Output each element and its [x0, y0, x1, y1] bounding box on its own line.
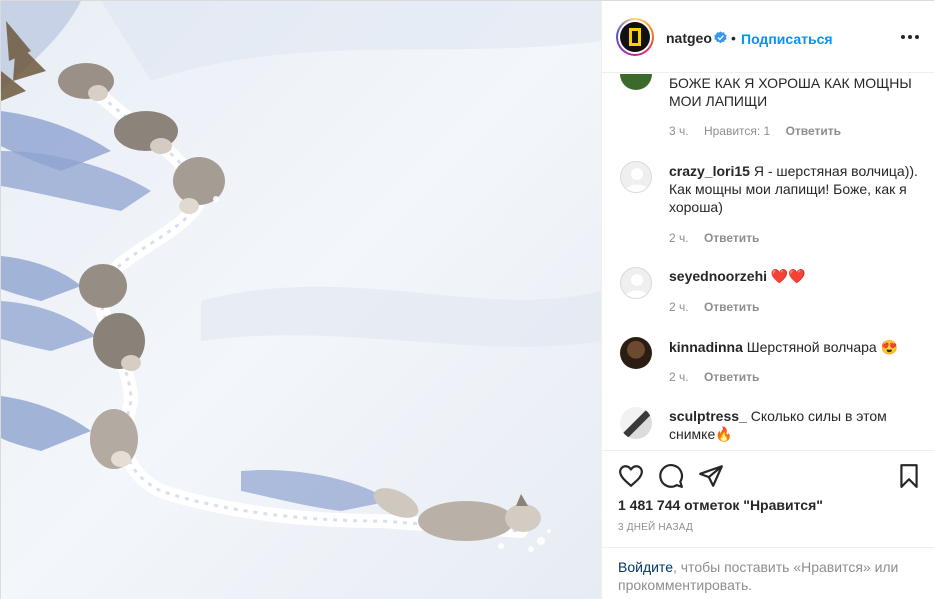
comment-username[interactable]: kinnadinna	[669, 339, 743, 355]
heart-icon[interactable]	[618, 463, 644, 489]
comment-meta: 3 ч. Нравится: 1 Ответить	[669, 124, 853, 138]
commenter-avatar[interactable]	[620, 74, 652, 90]
wolves-in-snow-image	[1, 1, 601, 599]
reply-button[interactable]: Ответить	[704, 231, 759, 245]
comment-username[interactable]: crazy_lori15	[669, 163, 750, 179]
comment-icon[interactable]	[658, 463, 684, 489]
comment-text: kinnadinna Шерстяной волчара 😍	[669, 339, 899, 355]
comment-text: seyednoorzehi ❤️❤️	[669, 268, 806, 284]
author-username[interactable]: natgeo	[666, 30, 712, 46]
reply-button[interactable]: Ответить	[704, 300, 759, 314]
comment-likes[interactable]: Нравится: 1	[704, 124, 770, 138]
comment-text: crazy_lori15 Я - шерстяная волчица)). Ка…	[669, 163, 918, 215]
paper-plane-icon[interactable]	[698, 463, 724, 489]
wolf-4	[79, 264, 127, 308]
comments-list: БОЖЕ КАК Я ХОРОША КАК МОЩНЫ МОИ ЛАПИЩИ 3…	[602, 74, 934, 450]
comment-meta: 2 ч. Ответить	[669, 231, 771, 245]
login-prompt: Войдите, чтобы поставить «Нравится» или …	[602, 547, 934, 599]
comment-meta: 2 ч. Ответить	[669, 300, 771, 314]
login-link[interactable]: Войдите	[618, 559, 673, 575]
more-options-icon[interactable]	[898, 25, 922, 49]
comment-text: sculptress_ Сколько силы в этом снимке🔥	[669, 408, 887, 442]
wolf-6	[90, 409, 138, 469]
bookmark-icon[interactable]	[896, 463, 922, 489]
post-modal: natgeo • Подписаться БОЖЕ КАК Я ХОРОША К…	[0, 0, 934, 599]
post-header: natgeo • Подписаться	[602, 1, 934, 73]
reply-button[interactable]: Ответить	[704, 370, 759, 384]
post-date[interactable]: 3 ДНЕЙ НАЗАД	[618, 522, 693, 533]
comment-username[interactable]: seyednoorzehi	[669, 268, 767, 284]
header-separator: •	[731, 30, 736, 46]
comment-meta: 2 ч. Ответить	[669, 370, 771, 384]
post-photo[interactable]	[1, 1, 601, 599]
comment-text: БОЖЕ КАК Я ХОРОША КАК МОЩНЫ МОИ ЛАПИЩИ	[669, 75, 912, 109]
author-avatar[interactable]	[616, 18, 654, 56]
comment-time[interactable]: 3 ч.	[669, 124, 689, 138]
post-sidebar: natgeo • Подписаться БОЖЕ КАК Я ХОРОША К…	[601, 1, 934, 599]
follow-button[interactable]: Подписаться	[741, 31, 833, 47]
commenter-avatar[interactable]	[620, 337, 652, 369]
comment-time[interactable]: 2 ч.	[669, 231, 689, 245]
verified-badge-icon	[714, 31, 727, 44]
commenter-avatar[interactable]	[620, 267, 652, 299]
comment-time[interactable]: 2 ч.	[669, 370, 689, 384]
likes-count[interactable]: 1 481 744 отметок "Нравится"	[618, 497, 823, 513]
commenter-avatar[interactable]	[620, 407, 652, 439]
post-actions: 1 481 744 отметок "Нравится" 3 ДНЕЙ НАЗА…	[602, 450, 934, 599]
commenter-avatar[interactable]	[620, 161, 652, 193]
comment-time[interactable]: 2 ч.	[669, 300, 689, 314]
reply-button[interactable]: Ответить	[786, 124, 841, 138]
comment-username[interactable]: sculptress_	[669, 408, 747, 424]
